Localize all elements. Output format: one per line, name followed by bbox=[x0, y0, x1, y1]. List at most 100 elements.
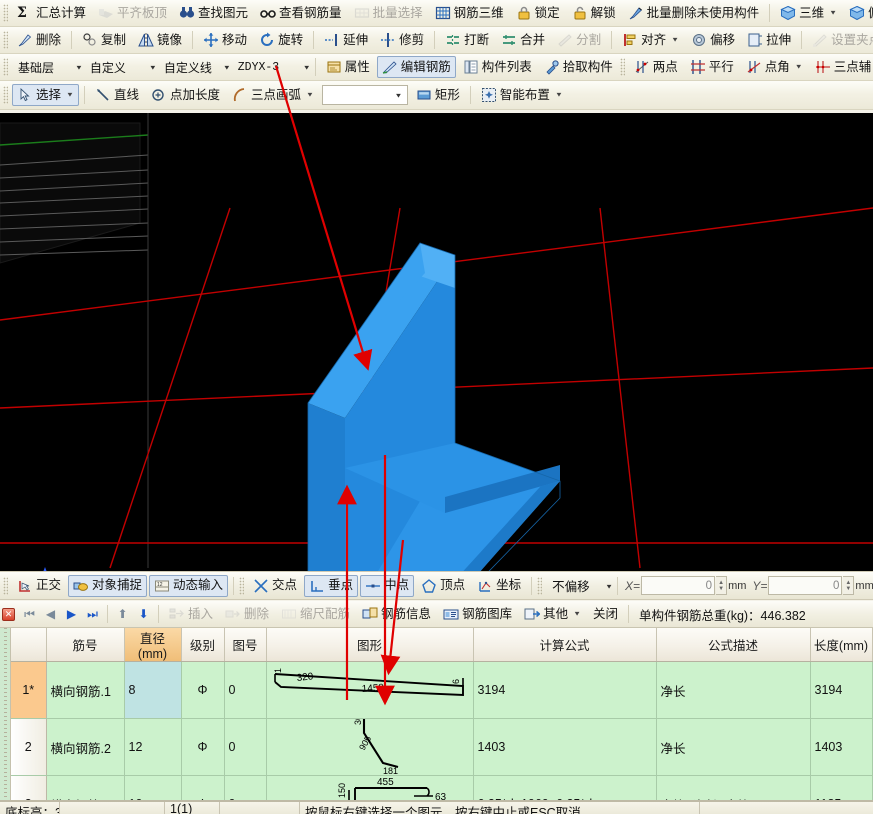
header-length-mm[interactable]: 长度(mm) bbox=[810, 628, 873, 662]
others-button[interactable]: 其他 ▼ bbox=[519, 603, 586, 625]
cell-formula-desc[interactable]: 净长 bbox=[656, 661, 811, 719]
offset-button[interactable]: 偏移 bbox=[686, 29, 740, 51]
delete-button[interactable]: 删除 bbox=[12, 29, 66, 51]
toolbar-grip[interactable] bbox=[537, 576, 543, 595]
element-select[interactable]: 自定义线 bbox=[159, 57, 221, 77]
three-point-arc-button[interactable]: 三点画弧 ▼ bbox=[227, 84, 319, 106]
cell-shape[interactable]: 1 320 1459 6 bbox=[266, 661, 474, 719]
chevron-down-icon[interactable]: ▼ bbox=[149, 61, 157, 74]
style-combo[interactable]: ▼ bbox=[321, 85, 408, 105]
merge-button[interactable]: 合并 bbox=[496, 29, 550, 51]
header-shape-no[interactable]: 图号 bbox=[224, 628, 267, 662]
close-button[interactable]: 关闭 bbox=[588, 603, 623, 625]
x-input[interactable]: 0 bbox=[641, 576, 716, 595]
chevron-down-icon[interactable]: ▼ bbox=[795, 63, 803, 70]
toolbar-grip[interactable] bbox=[3, 58, 8, 76]
toolbar-grip[interactable] bbox=[3, 31, 8, 49]
table-row[interactable]: 1*横向钢筋.18Φ0 1 320 1459 6 3194净长3194230 bbox=[11, 661, 873, 719]
header-calc-formula[interactable]: 计算公式 bbox=[473, 628, 657, 662]
move-down-button[interactable]: ⬇ bbox=[133, 604, 154, 624]
copy-button[interactable]: 复制 bbox=[77, 29, 131, 51]
find-element-button[interactable]: 查找图元 bbox=[174, 2, 253, 24]
smart-layout-button[interactable]: 智能布置 ▼ bbox=[476, 84, 568, 106]
y-input[interactable]: 0 bbox=[768, 576, 843, 595]
parallel-button[interactable]: 平行 bbox=[685, 56, 739, 78]
cell-shape[interactable]: 150 455 63 bbox=[266, 775, 474, 800]
edit-rebar-button[interactable]: 编辑钢筋 bbox=[376, 56, 456, 78]
cell-rebar-no[interactable]: 横向钢筋.3 bbox=[46, 775, 125, 800]
scale-rebar-button[interactable]: 缩尺配筋 bbox=[276, 603, 355, 625]
rectangle-button[interactable]: 矩形 bbox=[411, 84, 465, 106]
chevron-down-icon[interactable]: ▼ bbox=[555, 91, 563, 98]
cell-rebar-no[interactable]: 横向钢筋.1 bbox=[46, 661, 125, 719]
perpendicular-button[interactable]: 垂点 bbox=[304, 574, 359, 597]
rebar-table[interactable]: 筋号直径(mm)级别图号图形计算公式公式描述长度(mm)根数 1*横向钢筋.18… bbox=[0, 628, 873, 800]
toolbar-grip[interactable] bbox=[3, 4, 8, 22]
summary-calc-button[interactable]: Σ 汇总计算 bbox=[12, 2, 91, 24]
vertex-button[interactable]: 顶点 bbox=[416, 575, 470, 597]
chevron-down-icon[interactable]: ▼ bbox=[671, 36, 679, 43]
floor-select[interactable]: 基础层 bbox=[13, 57, 73, 77]
trim-button[interactable]: 修剪 bbox=[375, 29, 429, 51]
view-rebar-qty-button[interactable]: 查看钢筋量 bbox=[255, 2, 347, 24]
table-row[interactable]: 2横向钢筋.212Φ0 306 905 181 1403净长1403230 bbox=[11, 718, 873, 776]
pick-component-button[interactable]: 拾取构件 bbox=[539, 56, 618, 78]
cell-rebar-no[interactable]: 横向钢筋.2 bbox=[46, 718, 125, 776]
insert-button[interactable]: 插入 bbox=[164, 603, 218, 625]
unlock-button[interactable]: 解锁 bbox=[567, 2, 621, 24]
extend-button[interactable]: 延伸 bbox=[319, 29, 373, 51]
cell-shape[interactable]: 306 905 181 bbox=[266, 718, 474, 776]
chevron-down-icon[interactable]: ▼ bbox=[605, 579, 613, 592]
cell-length[interactable]: 3194 bbox=[810, 661, 873, 719]
component-select[interactable]: ZDYX-3 bbox=[233, 57, 301, 77]
move-button[interactable]: 移动 bbox=[198, 29, 252, 51]
header-grade[interactable]: 级别 bbox=[181, 628, 225, 662]
toolbar-grip[interactable] bbox=[3, 86, 8, 104]
dynamic-input-button[interactable]: 12 动态输入 bbox=[149, 574, 229, 597]
cell-diameter[interactable]: 8 bbox=[124, 661, 182, 719]
intersection-button[interactable]: 交点 bbox=[248, 575, 302, 597]
stretch-button[interactable]: 拉伸 bbox=[742, 29, 796, 51]
cell-shape-no[interactable]: 0 bbox=[224, 718, 267, 776]
line-button[interactable]: 直线 bbox=[90, 84, 144, 106]
batch-select-button[interactable]: 批量选择 bbox=[349, 2, 428, 24]
lock-button[interactable]: 锁定 bbox=[511, 2, 565, 24]
rotate-button[interactable]: 旋转 bbox=[254, 29, 308, 51]
cell-shape-no[interactable]: 0 bbox=[224, 661, 267, 719]
move-up-button[interactable]: ⬆ bbox=[112, 604, 133, 624]
toolbar-grip[interactable] bbox=[619, 58, 625, 76]
offset-mode-select[interactable]: 不偏移 bbox=[547, 576, 603, 596]
chevron-down-icon[interactable]: ▼ bbox=[573, 610, 581, 617]
cell-length[interactable]: 1185 bbox=[810, 775, 873, 800]
rebar-3d-button[interactable]: 钢筋三维 bbox=[430, 2, 509, 24]
cell-length[interactable]: 1403 bbox=[810, 718, 873, 776]
delete-row-button[interactable]: 删除 bbox=[220, 603, 274, 625]
last-record-button[interactable]: ⏭ bbox=[82, 604, 103, 624]
table-row[interactable]: 3横向钢筋.310Φ0 150 455 63 6.25*d+1060+6.25*… bbox=[11, 775, 873, 800]
chevron-down-icon[interactable]: ▼ bbox=[66, 91, 74, 98]
next-record-button[interactable]: ▶ bbox=[61, 604, 82, 624]
cell-shape-no[interactable]: 0 bbox=[224, 775, 267, 800]
properties-button[interactable]: 属性 bbox=[321, 56, 375, 78]
row-index[interactable]: 3 bbox=[11, 775, 47, 800]
y-spinner[interactable]: ▲ ▼ bbox=[843, 576, 855, 595]
three-point-aux-button[interactable]: 三点辅 bbox=[810, 56, 873, 78]
point-angle-button[interactable]: 点角 ▼ bbox=[741, 56, 808, 78]
rebar-info-button[interactable]: 钢筋信息 bbox=[357, 603, 436, 625]
cell-diameter[interactable]: 12 bbox=[124, 718, 182, 776]
header-shape[interactable]: 图形 bbox=[266, 628, 474, 662]
split-button[interactable]: 分割 bbox=[552, 29, 606, 51]
chevron-down-icon[interactable]: ▼ bbox=[223, 61, 231, 74]
two-point-button[interactable]: 两点 bbox=[629, 56, 683, 78]
three-d-view-button[interactable]: 三维 ▼ bbox=[775, 2, 842, 24]
object-snap-button[interactable]: 对象捕捉 bbox=[68, 574, 148, 597]
3d-viewport[interactable]: Z X Y bbox=[0, 113, 873, 571]
toolbar-grip[interactable] bbox=[3, 576, 8, 595]
cell-formula-desc[interactable]: 弯钩+净长+弯钩 bbox=[656, 775, 811, 800]
cell-calc-formula[interactable]: 3194 bbox=[473, 661, 657, 719]
flush-slab-top-button[interactable]: 平齐板顶 bbox=[93, 2, 172, 24]
cell-formula-desc[interactable]: 净长 bbox=[656, 718, 811, 776]
chevron-down-icon[interactable]: ▼ bbox=[303, 61, 311, 74]
cell-grade[interactable]: Φ bbox=[181, 775, 225, 800]
cell-diameter[interactable]: 10 bbox=[124, 775, 182, 800]
